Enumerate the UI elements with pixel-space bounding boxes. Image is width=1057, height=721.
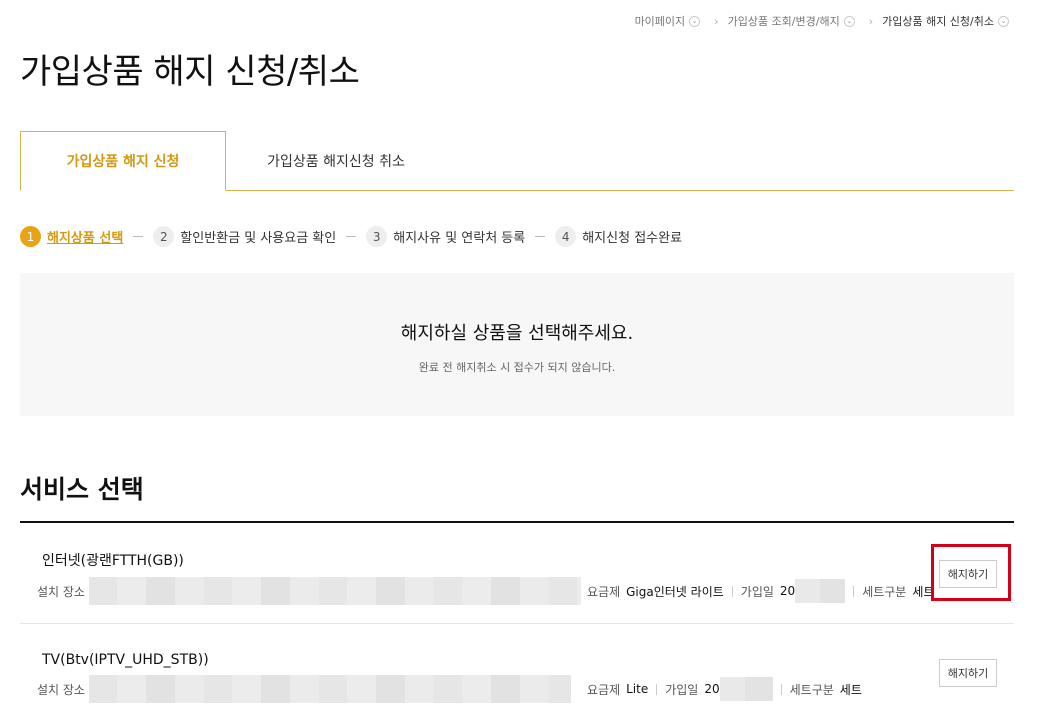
info-divider <box>656 683 658 695</box>
breadcrumb-item-products[interactable]: 가입상품 조회/변경/해지 ⌄ <box>728 13 855 29</box>
service-name: TV(Btv(IPTV_UHD_STB)) <box>42 652 209 668</box>
cancel-service-button[interactable]: 해지하기 <box>939 659 997 687</box>
step-number: 4 <box>555 226 577 247</box>
info-divider <box>853 585 855 597</box>
notice-subtitle: 완료 전 해지취소 시 접수가 되지 않습니다. <box>418 361 616 374</box>
service-row: TV(Btv(IPTV_UHD_STB)) 설치 장소 요금제 Lite 가입일… <box>20 624 1014 721</box>
step-3: 3 해지사유 및 연락처 등록 <box>366 226 525 247</box>
info-divider <box>731 585 733 597</box>
step-label: 해지상품 선택 <box>47 231 124 246</box>
join-date-label: 가입일 <box>665 682 699 697</box>
service-info: 설치 장소 요금제 Giga인터넷 라이트 가입일 20 세트구분 세트 <box>37 577 934 605</box>
breadcrumb-item-current[interactable]: 가입상품 해지 신청/취소 ⌄ <box>882 13 1009 29</box>
chevron-down-icon[interactable]: ⌄ <box>689 15 701 27</box>
step-divider <box>133 236 144 237</box>
chevron-right-icon: › <box>868 14 874 28</box>
breadcrumb-item-mypage[interactable]: 마이페이지 ⌄ <box>635 13 701 29</box>
join-date-value: 20 <box>704 682 720 696</box>
step-divider <box>346 236 357 237</box>
set-type-label: 세트구분 <box>862 584 907 599</box>
step-divider <box>535 236 546 237</box>
highlight-box <box>931 544 1011 601</box>
step-label: 할인반환금 및 사용요금 확인 <box>180 231 337 246</box>
step-number: 3 <box>366 226 388 247</box>
location-label: 설치 장소 <box>37 682 85 697</box>
masked-date <box>719 677 773 701</box>
location-label: 설치 장소 <box>37 584 85 599</box>
masked-address <box>88 675 571 703</box>
tab-cancel-withdrawal[interactable]: 가입상품 해지신청 취소 <box>226 131 446 191</box>
service-info: 설치 장소 요금제 Lite 가입일 20 세트구분 세트 <box>37 675 862 703</box>
plan-value: Giga인터넷 라이트 <box>626 584 724 599</box>
step-4: 4 해지신청 접수완료 <box>555 226 682 247</box>
chevron-right-icon: › <box>714 14 719 28</box>
service-row: 인터넷(광랜FTTH(GB)) 설치 장소 요금제 Giga인터넷 라이트 가입… <box>20 523 1014 624</box>
tab-bar: 가입상품 해지 신청 가입상품 해지신청 취소 <box>20 131 1014 191</box>
step-label: 해지신청 접수완료 <box>582 231 683 246</box>
join-date-value: 20 <box>779 584 796 598</box>
step-indicator: 1 해지상품 선택 2 할인반환금 및 사용요금 확인 3 해지사유 및 연락처… <box>20 226 682 247</box>
breadcrumb-label[interactable]: 가입상품 조회/변경/해지 <box>728 13 840 29</box>
info-divider <box>780 683 782 695</box>
join-date-label: 가입일 <box>740 584 774 599</box>
masked-date <box>795 579 846 603</box>
step-2: 2 할인반환금 및 사용요금 확인 <box>153 226 336 247</box>
breadcrumb: 마이페이지 ⌄ › 가입상품 조회/변경/해지 ⌄ › 가입상품 해지 신청/취… <box>635 13 1009 29</box>
breadcrumb-label[interactable]: 마이페이지 <box>635 13 686 29</box>
tab-cancel-request[interactable]: 가입상품 해지 신청 <box>20 131 226 191</box>
step-number: 2 <box>153 226 175 247</box>
plan-label: 요금제 <box>586 682 621 697</box>
notice-box: 해지하실 상품을 선택해주세요. 완료 전 해지취소 시 접수가 되지 않습니다… <box>20 273 1014 416</box>
service-name: 인터넷(광랜FTTH(GB)) <box>42 553 184 569</box>
set-type-value: 세트 <box>839 682 862 697</box>
chevron-down-icon[interactable]: ⌄ <box>998 15 1009 27</box>
notice-title: 해지하실 상품을 선택해주세요. <box>400 323 634 344</box>
plan-value: Lite <box>626 682 649 696</box>
step-1: 1 해지상품 선택 <box>20 226 123 247</box>
set-type-label: 세트구분 <box>789 682 834 697</box>
masked-address <box>88 577 581 605</box>
step-label: 해지사유 및 연락처 등록 <box>393 231 526 246</box>
page-title: 가입상품 해지 신청/취소 <box>20 52 360 92</box>
plan-label: 요금제 <box>586 584 621 599</box>
chevron-down-icon[interactable]: ⌄ <box>843 15 855 27</box>
section-title: 서비스 선택 <box>20 475 144 504</box>
breadcrumb-label[interactable]: 가입상품 해지 신청/취소 <box>882 13 994 29</box>
step-number: 1 <box>20 226 41 247</box>
